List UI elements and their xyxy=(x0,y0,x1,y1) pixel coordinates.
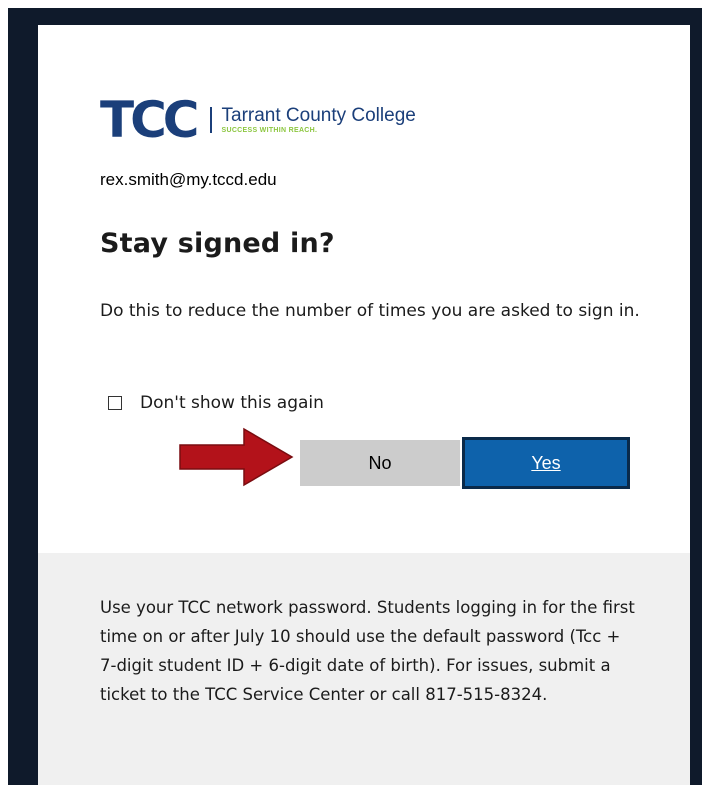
sign-in-card: TCC Tarrant County College SUCCESS WITHI… xyxy=(38,25,690,785)
logo-divider xyxy=(209,107,212,133)
logo-tagline: SUCCESS WITHIN REACH. xyxy=(221,127,318,134)
info-footer: Use your TCC network password. Students … xyxy=(38,553,690,785)
dont-show-again-checkbox[interactable] xyxy=(108,396,122,410)
footer-text: Use your TCC network password. Students … xyxy=(100,598,635,704)
no-button[interactable]: No xyxy=(300,440,460,486)
dialog-title: Stay signed in? xyxy=(100,228,335,259)
logo-text: Tarrant County College SUCCESS WITHIN RE… xyxy=(222,105,416,135)
red-arrow-icon xyxy=(179,427,294,487)
yes-button[interactable]: Yes xyxy=(462,437,630,489)
dont-show-again-option[interactable]: Don't show this again xyxy=(108,393,324,413)
logo-mark: TCC xyxy=(100,91,199,149)
tcc-logo: TCC Tarrant County College SUCCESS WITHI… xyxy=(100,95,416,145)
window-frame: TCC Tarrant County College SUCCESS WITHI… xyxy=(8,8,702,785)
dialog-description: Do this to reduce the number of times yo… xyxy=(100,301,640,321)
logo-college-name: Tarrant County College xyxy=(221,105,416,126)
account-email: rex.smith@my.tccd.edu xyxy=(100,170,277,189)
dont-show-again-label[interactable]: Don't show this again xyxy=(140,393,324,413)
